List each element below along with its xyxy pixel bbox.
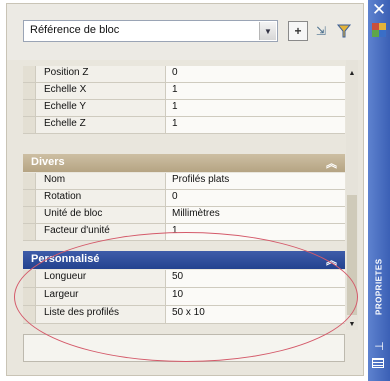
scroll-thumb[interactable] xyxy=(347,195,357,315)
divers-rows: Nom Profilés plats Rotation 0 Unité de blo… xyxy=(23,173,345,241)
chevron-down-icon[interactable]: ▼ xyxy=(259,22,276,40)
property-row[interactable]: Nom Profilés plats xyxy=(23,173,345,190)
property-row[interactable]: Echelle Z1 xyxy=(23,117,345,134)
property-row[interactable]: Position Z0 xyxy=(23,66,345,83)
property-value[interactable]: 1 xyxy=(166,100,345,116)
object-type-dropdown[interactable]: Référence de bloc ▼ xyxy=(23,20,278,42)
category-divers[interactable]: Divers ︽ xyxy=(23,154,345,172)
property-value[interactable]: 0 xyxy=(166,66,345,82)
collapse-icon[interactable]: ︽ xyxy=(326,155,337,171)
quick-select-button[interactable] xyxy=(334,21,354,41)
palette-titlebar[interactable]: ✕ PROPRIETES ⊣ xyxy=(368,0,390,381)
category-personnalise[interactable]: Personnalisé ︽ xyxy=(23,251,345,269)
property-value[interactable]: 1 xyxy=(166,83,345,99)
property-value[interactable]: 1 xyxy=(166,117,345,133)
palette-title: PROPRIETES xyxy=(374,258,384,316)
property-row[interactable]: Rotation 0 xyxy=(23,190,345,207)
select-objects-button[interactable]: ⇲ xyxy=(311,21,331,41)
property-label: Echelle Y xyxy=(36,100,166,116)
palette-toolbar: Référence de bloc ▼ + ⇲ xyxy=(7,4,363,60)
property-label: Largeur xyxy=(36,288,166,305)
description-box xyxy=(23,334,345,362)
property-label: Echelle X xyxy=(36,83,166,99)
property-value[interactable]: 50 xyxy=(166,270,345,287)
autohide-icon[interactable]: ⊣ xyxy=(372,340,386,353)
property-value[interactable]: Profilés plats xyxy=(166,173,345,189)
property-row[interactable]: Largeur 10 xyxy=(23,288,345,306)
property-row[interactable]: Facteur d'unité 1 xyxy=(23,224,345,241)
select-objects-icon: ⇲ xyxy=(315,24,327,38)
property-label: Echelle Z xyxy=(36,117,166,133)
property-row[interactable]: Echelle X1 xyxy=(23,83,345,100)
plus-icon: + xyxy=(294,24,302,38)
property-label: Longueur xyxy=(36,270,166,287)
toggle-pickadd-button[interactable]: + xyxy=(288,21,308,41)
category-title: Personnalisé xyxy=(31,253,100,265)
properties-palette: Référence de bloc ▼ + ⇲ Position Z0 Eche… xyxy=(6,3,364,376)
property-value[interactable]: 0 xyxy=(166,190,345,206)
property-row[interactable]: Echelle Y1 xyxy=(23,100,345,117)
property-row[interactable]: Longueur 50 xyxy=(23,270,345,288)
property-label: Rotation xyxy=(36,190,166,206)
property-label: Unité de bloc xyxy=(36,207,166,223)
properties-icon xyxy=(372,23,386,37)
property-value[interactable]: 50 x 10 xyxy=(166,306,345,323)
properties-menu-icon[interactable] xyxy=(372,358,384,368)
property-row[interactable]: Unité de bloc Millimètres xyxy=(23,207,345,224)
scroll-down-icon[interactable]: ▼ xyxy=(346,321,358,328)
property-row[interactable]: Liste des profilés 50 x 10 xyxy=(23,306,345,324)
object-type-value: Référence de bloc xyxy=(30,24,120,36)
property-label: Facteur d'unité xyxy=(36,224,166,240)
property-value[interactable]: 1 xyxy=(166,224,345,240)
personnalise-rows: Longueur 50 Largeur 10 Liste des profilés 5… xyxy=(23,270,345,324)
property-label: Position Z xyxy=(36,66,166,82)
quick-select-icon xyxy=(336,24,352,38)
close-icon[interactable]: ✕ xyxy=(370,1,388,19)
collapse-icon[interactable]: ︽ xyxy=(326,252,337,268)
property-value[interactable]: Millimètres xyxy=(166,207,345,223)
property-label: Nom xyxy=(36,173,166,189)
vertical-scrollbar[interactable]: ▲ ▼ xyxy=(346,60,358,330)
category-title: Divers xyxy=(31,156,65,168)
property-value[interactable]: 10 xyxy=(166,288,345,305)
geometry-rows: Position Z0 Echelle X1 Echelle Y1 Echell… xyxy=(23,66,345,134)
property-label: Liste des profilés xyxy=(36,306,166,323)
scroll-up-icon[interactable]: ▲ xyxy=(346,70,358,77)
